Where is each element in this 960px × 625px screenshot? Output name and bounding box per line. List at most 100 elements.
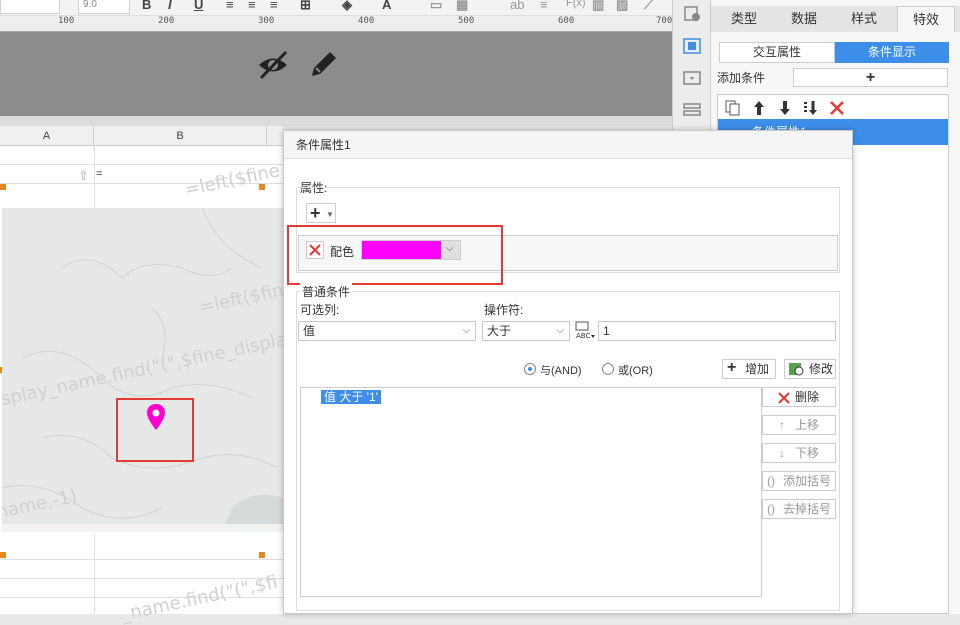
- compare-value-input[interactable]: 1: [598, 321, 836, 341]
- or-radio[interactable]: [602, 363, 614, 375]
- add-condition-button[interactable]: +: [793, 68, 948, 87]
- widget-settings-icon[interactable]: [683, 38, 701, 54]
- ruler-tick: 100: [58, 16, 75, 26]
- operator-value: 大于: [487, 324, 512, 338]
- horizontal-ruler: 100 200 300 400 500 600 700: [0, 16, 672, 32]
- modify-condition-button[interactable]: 修改: [784, 359, 836, 379]
- delete-icon: [778, 392, 790, 404]
- tab-data[interactable]: 数据: [775, 6, 833, 32]
- column-label: 可选列:: [300, 303, 340, 317]
- align-right-icon[interactable]: ≡: [270, 0, 278, 12]
- selection-handle[interactable]: [0, 184, 6, 190]
- grid-line: [94, 146, 95, 208]
- edit-pencil-icon[interactable]: [306, 48, 340, 82]
- chart-icon[interactable]: ▥: [592, 0, 604, 13]
- tab-type[interactable]: 类型: [715, 6, 773, 32]
- add-attribute-button[interactable]: + ▼: [306, 203, 336, 223]
- grid-line: [94, 534, 95, 614]
- delete-button-label: 删除: [795, 390, 820, 404]
- and-label: 与(AND): [540, 365, 582, 377]
- condition-attribute-dialog: 条件属性1 属性: + ▼ 配色 ⌵ 普通条件 可选列: 值 ⌵ 操作符: 大于…: [283, 130, 853, 614]
- canvas-gap: [0, 116, 672, 126]
- slash-icon[interactable]: ⟋: [644, 0, 653, 13]
- down-arrow-icon: ↓: [779, 446, 785, 460]
- modify-button-label: 修改: [809, 362, 834, 376]
- font-size-select[interactable]: 9.0: [78, 0, 130, 14]
- column-select[interactable]: 值 ⌵: [298, 321, 476, 341]
- column-header-a[interactable]: A: [0, 126, 94, 146]
- parenthesis-icon: (): [767, 474, 775, 488]
- grid-line: [0, 559, 283, 560]
- grid-line: [0, 164, 283, 165]
- underline-icon[interactable]: U: [194, 0, 203, 12]
- add-parenthesis-button[interactable]: () 添加括号: [762, 471, 836, 491]
- tab-effects[interactable]: 特效: [897, 6, 955, 32]
- move-down-label: 下移: [795, 446, 820, 460]
- operator-select[interactable]: 大于 ⌵: [482, 321, 570, 341]
- abc-icon[interactable]: ≡: [540, 0, 548, 12]
- text-icon[interactable]: ab: [510, 0, 524, 12]
- font-color-icon[interactable]: A: [382, 0, 391, 12]
- fill-color-icon[interactable]: ◈: [342, 0, 352, 13]
- add-button-label: 增加: [745, 362, 770, 376]
- column-value: 值: [303, 324, 316, 338]
- selection-handle[interactable]: [0, 552, 6, 558]
- copy-icon[interactable]: [724, 99, 742, 117]
- move-down-icon[interactable]: [776, 99, 794, 117]
- ruler-tick: 700: [656, 16, 673, 26]
- plus-icon: +: [310, 203, 321, 223]
- tab-style[interactable]: 样式: [835, 6, 893, 32]
- hidden-eye-icon[interactable]: [256, 48, 290, 82]
- table-icon[interactable]: ▦: [456, 0, 468, 13]
- map-widget[interactable]: =left($fine_displ splay_name.find("(",$f…: [2, 208, 283, 532]
- add-condition-button[interactable]: + 增加: [722, 359, 776, 379]
- subtab-conditional-display[interactable]: 条件显示: [835, 42, 949, 63]
- border-icon[interactable]: ⊞: [300, 0, 311, 13]
- delete-icon[interactable]: [828, 99, 846, 117]
- selection-handle[interactable]: [259, 552, 265, 558]
- up-arrow-icon: ↑: [779, 418, 785, 432]
- cell-attribute-icon[interactable]: [683, 6, 701, 22]
- bold-icon[interactable]: B: [142, 0, 151, 12]
- move-bottom-icon[interactable]: [802, 99, 820, 117]
- subtab-interaction[interactable]: 交互属性: [719, 42, 835, 63]
- toolbar-icon-a[interactable]: ▭: [430, 0, 442, 13]
- highlight-attribute-box: [287, 225, 503, 285]
- map-attribution: [2, 524, 283, 532]
- modify-icon: [789, 363, 804, 376]
- condition-list-entry[interactable]: 值 大于 '1': [321, 390, 381, 404]
- add-paren-label: 添加括号: [783, 474, 832, 488]
- move-down-button[interactable]: ↓ 下移: [762, 443, 836, 463]
- value-type-icon[interactable]: ABC: [574, 321, 596, 341]
- ruler-tick: 300: [258, 16, 275, 26]
- layout-icon[interactable]: [683, 102, 701, 118]
- operator-label: 操作符:: [484, 303, 524, 317]
- cell-indicator-icon: ⇧: [78, 168, 89, 183]
- add-condition-label: 添加条件: [717, 71, 766, 85]
- column-header-c[interactable]: [267, 126, 283, 146]
- remove-parenthesis-button[interactable]: () 去掉括号: [762, 499, 836, 519]
- ruler-tick: 400: [358, 16, 375, 26]
- move-up-button[interactable]: ↑ 上移: [762, 415, 836, 435]
- formula-icon[interactable]: F(x): [566, 0, 586, 9]
- image-icon[interactable]: ▨: [616, 0, 628, 13]
- align-left-icon[interactable]: ≡: [226, 0, 234, 12]
- format-toolbar: 9.0 B I U ≡ ≡ ≡ ⊞ ◈ A ▭ ▦ ab ≡ F(x) ▥ ▨ …: [0, 0, 672, 16]
- chevron-down-icon: ▼: [326, 210, 334, 219]
- delete-button[interactable]: 删除: [762, 387, 836, 407]
- condition-group-label: 普通条件: [300, 283, 353, 300]
- dropdown-widget-icon[interactable]: [683, 70, 701, 86]
- move-up-icon[interactable]: [750, 99, 768, 117]
- remove-paren-label: 去掉括号: [783, 502, 832, 516]
- italic-icon[interactable]: I: [168, 0, 172, 12]
- and-radio[interactable]: [524, 363, 536, 375]
- condition-list[interactable]: 值 大于 '1': [300, 387, 762, 597]
- formula-watermark: =left($fine: [182, 160, 282, 201]
- align-center-icon[interactable]: ≡: [248, 0, 256, 12]
- font-family-select[interactable]: [0, 0, 60, 14]
- column-header-b[interactable]: B: [94, 126, 267, 146]
- plus-icon: +: [727, 359, 737, 376]
- chevron-down-icon: ⌵: [462, 325, 470, 336]
- remove-parenthesis-icon: (): [767, 502, 775, 516]
- cell-b1-formula[interactable]: =: [96, 168, 102, 180]
